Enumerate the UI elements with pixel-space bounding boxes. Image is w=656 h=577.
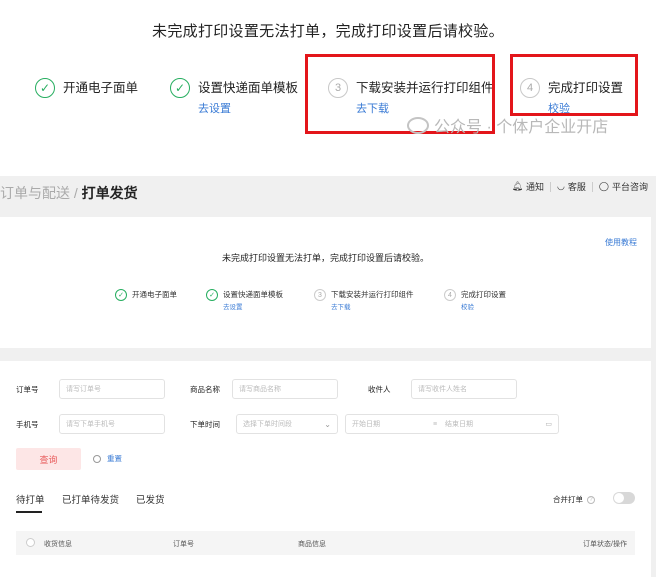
setup-step-label: 完成打印设置	[461, 290, 506, 299]
step-number-circle: 3	[314, 289, 326, 301]
banner-step-label: 开通电子面单	[63, 81, 139, 95]
print-setup-card: 使用教程 未完成打印设置无法打单，完成打印设置后请校验。 ✓ 开通电子面单 ✓ …	[0, 217, 651, 348]
banner-notice: 未完成打印设置无法打单，完成打印设置后请校验。	[152, 23, 504, 40]
banner-step-label: 设置快递面单模板	[198, 81, 299, 95]
merge-print-toggle[interactable]	[613, 492, 635, 504]
verify-link[interactable]: 校验	[461, 301, 506, 311]
tutorial-link[interactable]: 使用教程	[605, 237, 637, 248]
check-circle-icon: ✓	[115, 289, 127, 301]
step-number-circle: 4	[444, 289, 456, 301]
th-order-no: 订单号	[173, 541, 194, 548]
setup-step-label: 开通电子面单	[132, 290, 177, 299]
order-time-select[interactable]: 选择下单时间段 ⌄	[236, 414, 338, 434]
phone-label: 手机号	[16, 420, 39, 429]
setup-step-1: ✓ 开通电子面单	[115, 289, 177, 301]
th-product-info: 商品信息	[298, 541, 326, 548]
phone-input[interactable]: 请写下单手机号	[59, 414, 165, 434]
toggle-knob	[614, 493, 624, 503]
consult-button[interactable]: ◯ 平台咨询	[593, 180, 654, 193]
setup-step-label: 设置快递面单模板	[223, 290, 283, 299]
consult-label: 平台咨询	[611, 182, 648, 192]
notify-label: 通知	[526, 182, 545, 192]
breadcrumb-parent[interactable]: 订单与配送	[0, 185, 70, 201]
reset-icon	[93, 454, 101, 463]
active-tab-indicator	[16, 511, 42, 513]
watermark: 公众号 · 个体户企业开店	[407, 113, 608, 137]
product-name-placeholder: 请写商品名称	[239, 386, 281, 393]
merge-print-label: 合并打单 ?	[553, 494, 595, 505]
banner-go-setup-link[interactable]: 去设置	[198, 100, 298, 116]
app-page: 订单与配送 / 打单发货 🔔︎ 通知 ◡ 客服 ◯ 平台咨询 使用教程 未完成打…	[0, 176, 656, 577]
header-actions: 🔔︎ 通知 ◡ 客服 ◯ 平台咨询	[506, 180, 654, 193]
breadcrumb: 订单与配送 / 打单发货	[0, 183, 138, 203]
check-circle-icon: ✓	[35, 78, 55, 98]
zoomed-setup-banner: 未完成打印设置无法打单，完成打印设置后请校验。 ✓ 开通电子面单 ✓ 设置快递面…	[0, 0, 656, 165]
query-button[interactable]: 查询	[16, 448, 81, 470]
notify-button[interactable]: 🔔︎ 通知	[506, 180, 550, 193]
bell-icon: 🔔︎	[511, 181, 524, 191]
watermark-text: 公众号 · 个体户企业开店	[434, 119, 609, 136]
breadcrumb-separator: /	[73, 185, 78, 201]
setup-step-label: 下载安装并运行打印组件	[331, 290, 414, 299]
help-icon[interactable]: ?	[587, 495, 595, 504]
select-all-checkbox[interactable]	[26, 538, 35, 547]
tab-pending-print[interactable]: 待打单	[16, 492, 45, 506]
product-name-input[interactable]: 请写商品名称	[232, 379, 338, 399]
setup-step-4: 4 完成打印设置 校验	[444, 289, 506, 311]
order-filter-card: 订单号 请写订单号 商品名称 请写商品名称 收件人 请写收件人姓名 手机号 请写…	[0, 361, 651, 577]
headset-icon: ◡	[557, 181, 565, 191]
wechat-icon	[407, 116, 429, 134]
setup-step-3: 3 下载安装并运行打印组件 去下载	[314, 289, 414, 311]
tab-shipped[interactable]: 已发货	[136, 492, 165, 506]
end-date-placeholder: 结束日期	[445, 421, 473, 428]
highlight-box-verify	[510, 54, 638, 116]
banner-step-2: ✓ 设置快递面单模板 去设置	[170, 78, 298, 116]
th-order-status: 订单状态/操作	[583, 541, 627, 548]
reset-button[interactable]: 重置	[93, 453, 122, 464]
setup-notice: 未完成打印设置无法打单，完成打印设置后请校验。	[221, 253, 429, 263]
range-separator: ≡	[433, 420, 438, 428]
table-header: 收货信息 订单号 商品信息 订单状态/操作	[16, 531, 635, 555]
go-download-link[interactable]: 去下载	[331, 301, 414, 311]
calendar-icon: ▭	[545, 421, 552, 428]
page-title: 打单发货	[81, 185, 138, 201]
phone-placeholder: 请写下单手机号	[66, 421, 115, 428]
merge-print-text: 合并打单	[553, 495, 583, 504]
order-time-label: 下单时间	[190, 420, 220, 429]
th-receiver-info: 收货信息	[44, 541, 72, 548]
receiver-input[interactable]: 请写收件人姓名	[411, 379, 517, 399]
service-label: 客服	[567, 182, 586, 192]
order-no-label: 订单号	[16, 385, 39, 394]
product-name-label: 商品名称	[190, 385, 220, 394]
setup-step-2: ✓ 设置快递面单模板 去设置	[206, 289, 283, 311]
receiver-placeholder: 请写收件人姓名	[418, 386, 467, 393]
order-time-placeholder: 选择下单时间段	[243, 421, 292, 428]
receiver-label: 收件人	[368, 385, 391, 394]
go-setup-link[interactable]: 去设置	[223, 301, 283, 311]
tab-printed-pending-ship[interactable]: 已打单待发货	[62, 492, 119, 506]
start-date-placeholder: 开始日期	[352, 421, 380, 428]
banner-step-1: ✓ 开通电子面单	[35, 78, 138, 98]
chat-icon: ◯	[598, 181, 609, 191]
check-circle-icon: ✓	[170, 78, 190, 98]
check-circle-icon: ✓	[206, 289, 218, 301]
reset-label: 重置	[107, 454, 122, 463]
order-no-input[interactable]: 请写订单号	[59, 379, 165, 399]
order-no-placeholder: 请写订单号	[66, 386, 101, 393]
date-range-picker[interactable]: 开始日期 ≡ 结束日期 ▭	[345, 414, 559, 434]
service-button[interactable]: ◡ 客服	[551, 180, 592, 193]
chevron-down-icon: ⌄	[324, 420, 331, 429]
